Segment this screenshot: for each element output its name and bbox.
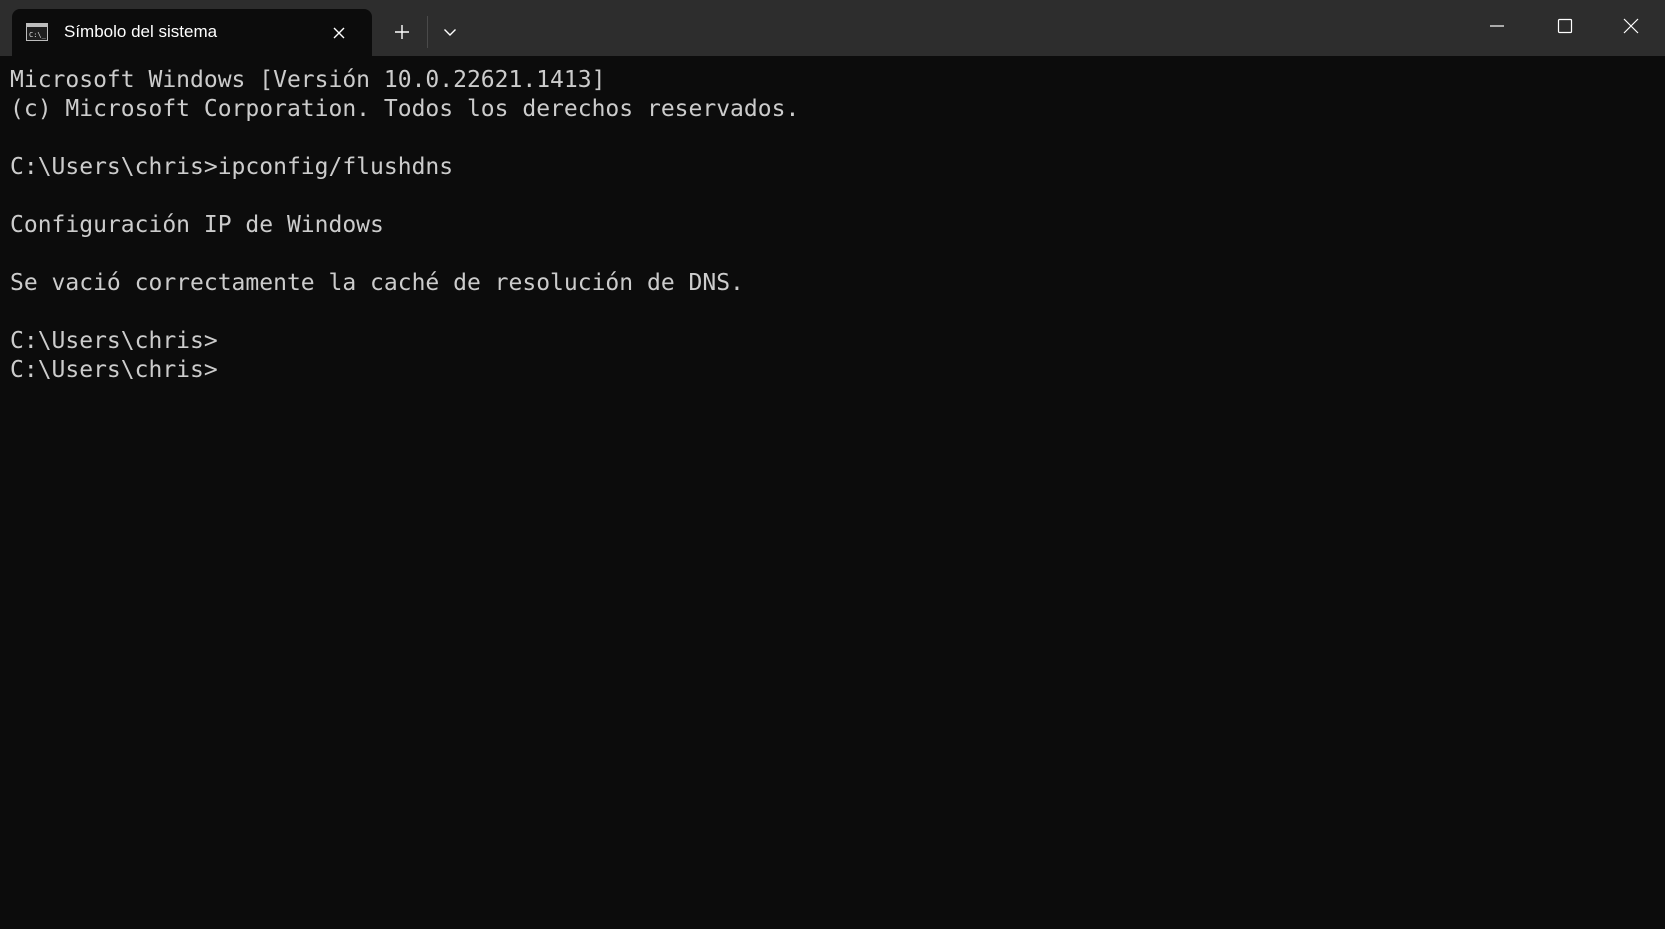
tab-command-prompt[interactable]: C:\_ Símbolo del sistema	[12, 9, 372, 56]
close-window-button[interactable]	[1597, 0, 1665, 52]
tab-separator	[427, 16, 428, 48]
close-icon	[333, 27, 345, 39]
tab-title: Símbolo del sistema	[64, 22, 218, 41]
new-tab-button[interactable]	[388, 18, 416, 46]
title-bar: C:\_ Símbolo del sistema	[0, 0, 1665, 56]
plus-icon	[395, 25, 409, 39]
cmd-prompt-icon: C:\_	[26, 23, 48, 41]
terminal-line: Se vació correctamente la caché de resol…	[10, 270, 744, 296]
tab-dropdown-button[interactable]	[436, 18, 464, 46]
tab-close-button[interactable]	[328, 22, 350, 44]
terminal-line: C:\Users\chris>ipconfig/flushdns	[10, 154, 454, 180]
chevron-down-icon	[444, 29, 456, 36]
terminal-line: (c) Microsoft Corporation. Todos los der…	[10, 96, 800, 122]
terminal-prompt-line: C:\Users\chris>	[10, 357, 218, 383]
minimize-button[interactable]	[1463, 0, 1531, 52]
minimize-icon	[1490, 25, 1504, 27]
maximize-button[interactable]	[1531, 0, 1599, 52]
svg-text:C:\_: C:\_	[29, 31, 47, 39]
close-icon	[1623, 18, 1639, 34]
terminal-line: C:\Users\chris>	[10, 328, 218, 354]
terminal-output[interactable]: Microsoft Windows [Versión 10.0.22621.14…	[10, 66, 1655, 929]
terminal-line: Configuración IP de Windows	[10, 212, 384, 238]
maximize-icon	[1557, 18, 1573, 34]
terminal-line: Microsoft Windows [Versión 10.0.22621.14…	[10, 67, 606, 93]
